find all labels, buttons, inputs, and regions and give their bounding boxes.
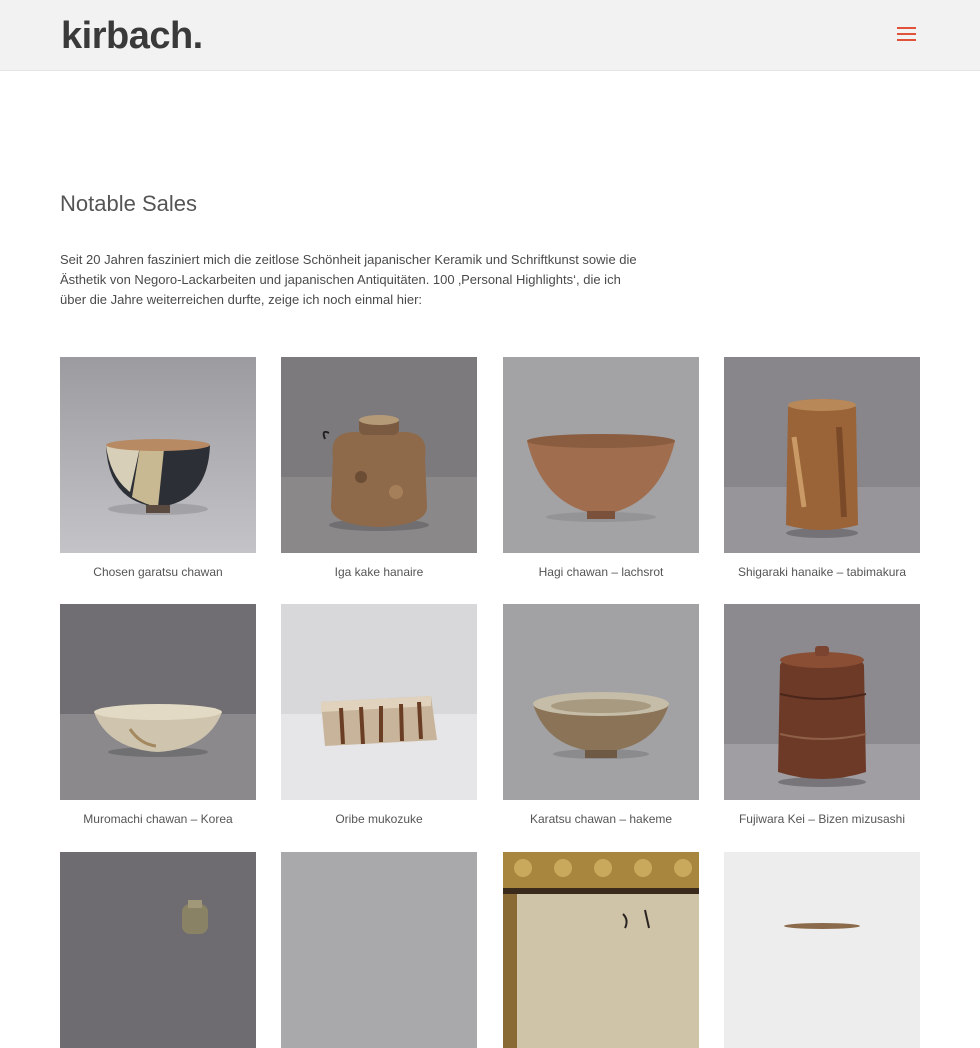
item-caption[interactable]: Shigaraki hanaike – tabimakura — [724, 564, 920, 580]
item-caption[interactable]: Chosen garatsu chawan — [60, 564, 256, 580]
item-photo[interactable] — [503, 357, 699, 553]
gallery-item[interactable] — [281, 852, 477, 1048]
item-photo[interactable] — [503, 604, 699, 800]
gallery-item[interactable]: Karatsu chawan – hakeme — [503, 604, 699, 826]
menu-bar — [897, 39, 916, 41]
gallery-item[interactable] — [724, 852, 920, 1048]
item-photo[interactable] — [503, 852, 699, 1048]
item-caption[interactable]: Karatsu chawan – hakeme — [503, 811, 699, 827]
item-photo[interactable] — [60, 357, 256, 553]
item-photo[interactable] — [281, 852, 477, 1048]
page-title: Notable Sales — [60, 191, 197, 216]
gallery-item[interactable]: Fujiwara Kei – Bizen mizusashi — [724, 604, 920, 826]
gallery-item[interactable]: Oribe mukozuke — [281, 604, 477, 826]
item-caption[interactable]: Oribe mukozuke — [281, 811, 477, 827]
item-photo[interactable] — [60, 604, 256, 800]
intro-text: Seit 20 Jahren fasziniert mich die zeitl… — [60, 252, 637, 307]
hamburger-menu-icon[interactable] — [897, 27, 916, 42]
item-caption[interactable]: Iga kake hanaire — [281, 564, 477, 580]
gallery-item[interactable]: Chosen garatsu chawan — [60, 357, 256, 579]
gallery-item[interactable]: Hagi chawan – lachsrot — [503, 357, 699, 579]
site-header: kirbach. — [0, 0, 980, 71]
gallery-item[interactable]: Shigaraki hanaike – tabimakura — [724, 357, 920, 579]
gallery-item[interactable]: Iga kake hanaire — [281, 357, 477, 579]
menu-bar — [897, 27, 916, 29]
gallery-item[interactable] — [503, 852, 699, 1048]
item-caption[interactable]: Hagi chawan – lachsrot — [503, 564, 699, 580]
item-photo[interactable] — [60, 852, 256, 1048]
item-caption[interactable]: Muromachi chawan – Korea — [60, 811, 256, 827]
item-photo[interactable] — [724, 604, 920, 800]
gallery-item[interactable] — [60, 852, 256, 1048]
menu-bar — [897, 33, 916, 35]
item-photo[interactable] — [281, 604, 477, 800]
item-photo[interactable] — [281, 357, 477, 553]
item-caption[interactable]: Fujiwara Kei – Bizen mizusashi — [724, 811, 920, 827]
item-photo[interactable] — [724, 357, 920, 553]
item-photo[interactable] — [724, 852, 920, 1048]
site-logo[interactable]: kirbach. — [61, 14, 203, 58]
gallery-item[interactable]: Muromachi chawan – Korea — [60, 604, 256, 826]
